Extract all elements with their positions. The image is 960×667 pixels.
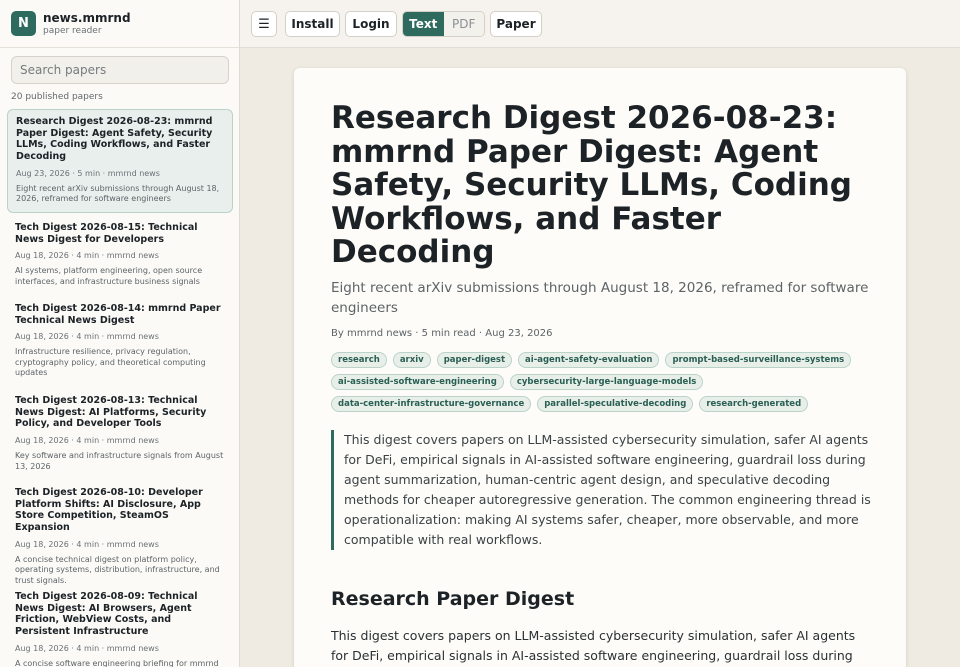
post-meta: Aug 18, 2026 · 4 min · mmrnd news	[15, 436, 159, 446]
post-title: Tech Digest 2026-08-15: Technical News D…	[15, 222, 198, 245]
post-title: Tech Digest 2026-08-10: Developer Platfo…	[15, 487, 203, 534]
view-text-tab[interactable]: Text	[403, 12, 444, 36]
list-item-post[interactable]: Tech Digest 2026-08-09: Technical News D…	[7, 585, 233, 667]
tag[interactable]: prompt-based-surveillance-systems	[665, 352, 852, 368]
list-item-post[interactable]: Tech Digest 2026-08-10: Developer Platfo…	[7, 481, 233, 586]
tag[interactable]: parallel-speculative-decoding	[537, 396, 694, 412]
published-count: 20 published papers	[11, 92, 103, 102]
list-item-post[interactable]: Tech Digest 2026-08-14: mmrnd Paper Tech…	[7, 297, 233, 379]
tag[interactable]: ai-agent-safety-evaluation	[518, 352, 660, 368]
search-input[interactable]	[11, 56, 229, 84]
post-title: Research Digest 2026-08-23: mmrnd Paper …	[16, 116, 213, 163]
tag[interactable]: arxiv	[392, 352, 431, 368]
post-title: Tech Digest 2026-08-14: mmrnd Paper Tech…	[15, 303, 221, 326]
article-title: Research Digest 2026-08-23: mmrnd Paper …	[331, 100, 852, 270]
install-button[interactable]: Install	[285, 11, 340, 37]
section-body: This digest covers papers on LLM-assiste…	[331, 628, 856, 663]
post-meta: Aug 23, 2026 · 5 min · mmrnd news	[16, 168, 160, 178]
tag-list: research arxiv paper-digest ai-agent-saf…	[331, 352, 891, 412]
tag[interactable]: ai-assisted-software-engineering	[331, 374, 504, 390]
brand-text: news.mmrnd paper reader	[43, 11, 131, 37]
list-item-post-active[interactable]: Research Digest 2026-08-23: mmrnd Paper …	[7, 109, 233, 213]
tag[interactable]: paper-digest	[436, 352, 513, 368]
post-description: Infrastructure resilience, privacy regul…	[15, 347, 206, 378]
post-description: AI systems, platform engineering, open s…	[15, 266, 203, 286]
post-meta: Aug 18, 2026 · 4 min · mmrnd news	[15, 539, 159, 549]
view-toggle: Text PDF	[402, 11, 485, 37]
post-description: Key software and infrastructure signals …	[15, 451, 224, 471]
article-card: Research Digest 2026-08-23: mmrnd Paper …	[294, 68, 906, 667]
toolbar: ☰ Install Login Text PDF Paper	[240, 0, 960, 48]
logo-icon: N	[11, 11, 36, 36]
list-item-post[interactable]: Tech Digest 2026-08-15: Technical News D…	[7, 216, 233, 287]
post-meta: Aug 18, 2026 · 4 min · mmrnd news	[15, 332, 159, 342]
section-heading: Research Paper Digest	[331, 588, 575, 610]
paper-button[interactable]: Paper	[490, 11, 542, 37]
brand-name: news.mmrnd	[43, 10, 131, 25]
tag[interactable]: research	[331, 352, 387, 368]
post-title: Tech Digest 2026-08-09: Technical News D…	[15, 591, 198, 638]
article-summary: This digest covers papers on LLM-assiste…	[331, 430, 871, 550]
menu-icon[interactable]: ☰	[251, 11, 277, 37]
post-description: A concise technical digest on platform p…	[15, 554, 220, 585]
post-description: A concise software engineering briefing …	[15, 658, 219, 667]
brand-subtitle: paper reader	[43, 25, 102, 36]
post-description: Eight recent arXiv submissions through A…	[16, 183, 220, 204]
view-pdf-tab[interactable]: PDF	[443, 12, 484, 36]
tag[interactable]: research-generated	[699, 396, 809, 412]
login-button[interactable]: Login	[345, 11, 397, 37]
brand-header: N news.mmrnd paper reader	[0, 0, 239, 48]
article-byline: By mmrnd news · 5 min read · Aug 23, 202…	[331, 328, 553, 339]
tag[interactable]: data-center-infrastructure-governance	[331, 396, 532, 412]
sidebar: N news.mmrnd paper reader 20 published p…	[0, 0, 240, 667]
list-item-post[interactable]: Tech Digest 2026-08-13: Technical News D…	[7, 389, 233, 472]
post-meta: Aug 18, 2026 · 4 min · mmrnd news	[15, 643, 159, 653]
post-meta: Aug 18, 2026 · 4 min · mmrnd news	[15, 251, 159, 261]
tag[interactable]: cybersecurity-large-language-models	[509, 374, 704, 390]
article-subtitle: Eight recent arXiv submissions through A…	[331, 280, 869, 316]
post-title: Tech Digest 2026-08-13: Technical News D…	[15, 395, 207, 430]
